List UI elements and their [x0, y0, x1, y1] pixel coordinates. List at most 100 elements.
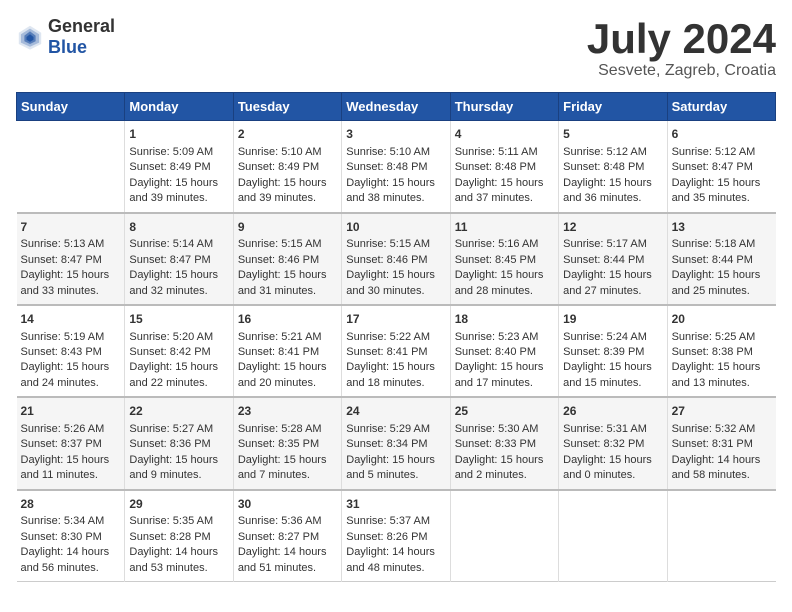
day-number: 26 [563, 403, 662, 420]
cell-info: Sunrise: 5:18 AM [672, 237, 772, 252]
cell-info: Sunrise: 5:21 AM [238, 330, 337, 345]
header-thursday: Thursday [450, 93, 558, 121]
cell-info: Sunset: 8:26 PM [346, 530, 445, 545]
cell-info: Sunset: 8:44 PM [563, 253, 662, 268]
calendar-cell: 20Sunrise: 5:25 AMSunset: 8:38 PMDayligh… [667, 305, 775, 397]
calendar-cell: 31Sunrise: 5:37 AMSunset: 8:26 PMDayligh… [342, 490, 450, 582]
cell-info: Sunrise: 5:28 AM [238, 422, 337, 437]
logo-general: General [48, 16, 115, 36]
cell-info: Sunset: 8:48 PM [346, 160, 445, 175]
cell-info: Daylight: 14 hours and 56 minutes. [21, 545, 121, 576]
cell-info: Sunset: 8:33 PM [455, 437, 554, 452]
calendar-cell: 7Sunrise: 5:13 AMSunset: 8:47 PMDaylight… [17, 213, 125, 305]
day-number: 1 [129, 126, 228, 143]
cell-info: Daylight: 15 hours and 22 minutes. [129, 360, 228, 391]
cell-info: Sunset: 8:42 PM [129, 345, 228, 360]
calendar-header-row: SundayMondayTuesdayWednesdayThursdayFrid… [17, 93, 776, 121]
day-number: 24 [346, 403, 445, 420]
calendar-cell: 19Sunrise: 5:24 AMSunset: 8:39 PMDayligh… [559, 305, 667, 397]
calendar-cell: 14 Sunrise: 5:19 AMSunset: 8:43 PMDayligh… [17, 305, 125, 397]
cell-info: Sunrise: 5:10 AM [346, 145, 445, 160]
cell-info: Sunset: 8:46 PM [238, 253, 337, 268]
calendar-week-row: 14Sunrise: 5:19 AMSunset: 8:43 PMDayligh… [17, 305, 776, 397]
day-number: 21 [21, 403, 121, 420]
cell-info: Sunset: 8:43 PM [21, 345, 121, 360]
cell-info: Sunrise: 5:13 AM [21, 237, 121, 252]
cell-info: Daylight: 15 hours and 11 minutes. [21, 453, 121, 484]
calendar-cell: 3Sunrise: 5:10 AMSunset: 8:48 PMDaylight… [342, 121, 450, 213]
cell-info: Sunset: 8:32 PM [563, 437, 662, 452]
cell-info: Daylight: 14 hours and 48 minutes. [346, 545, 445, 576]
cell-info: Sunrise: 5:10 AM [238, 145, 337, 160]
cell-info: Sunrise: 5:20 AM [129, 330, 228, 345]
page-subtitle: Sesvete, Zagreb, Croatia [587, 62, 776, 80]
day-number: 14 [21, 311, 121, 328]
page-header: General Blue July 2024 Sesvete, Zagreb, … [16, 16, 776, 80]
cell-info: Sunrise: 5:23 AM [455, 330, 554, 345]
day-number: 7 [21, 219, 121, 236]
cell-info: Daylight: 15 hours and 17 minutes. [455, 360, 554, 391]
cell-info: Sunset: 8:49 PM [238, 160, 337, 175]
cell-info: Daylight: 15 hours and 7 minutes. [238, 453, 337, 484]
cell-info: Sunset: 8:48 PM [563, 160, 662, 175]
cell-info: Sunrise: 5:09 AM [129, 145, 228, 160]
cell-info: Daylight: 15 hours and 35 minutes. [672, 176, 772, 207]
cell-info: Daylight: 14 hours and 58 minutes. [672, 453, 772, 484]
calendar-cell [17, 121, 125, 213]
cell-info: Daylight: 15 hours and 32 minutes. [129, 268, 228, 299]
cell-info: Sunrise: 5:35 AM [129, 514, 228, 529]
cell-info: Sunrise: 5:27 AM [129, 422, 228, 437]
cell-info: Sunset: 8:47 PM [672, 160, 772, 175]
day-number: 6 [672, 126, 772, 143]
title-block: July 2024 Sesvete, Zagreb, Croatia [587, 16, 776, 80]
calendar-table: SundayMondayTuesdayWednesdayThursdayFrid… [16, 92, 776, 582]
day-number: 29 [129, 496, 228, 513]
cell-info: Sunset: 8:46 PM [346, 253, 445, 268]
day-number: 27 [672, 403, 772, 420]
cell-info: Sunrise: 5:15 AM [346, 237, 445, 252]
cell-info: Daylight: 15 hours and 37 minutes. [455, 176, 554, 207]
cell-info: Sunrise: 5:19 AM [21, 330, 121, 345]
logo-blue: Blue [48, 37, 87, 57]
cell-info: Daylight: 15 hours and 5 minutes. [346, 453, 445, 484]
cell-info: Sunrise: 5:22 AM [346, 330, 445, 345]
day-number: 8 [129, 219, 228, 236]
day-number: 13 [672, 219, 772, 236]
day-number: 30 [238, 496, 337, 513]
cell-info: Daylight: 15 hours and 38 minutes. [346, 176, 445, 207]
logo-text: General Blue [48, 16, 115, 58]
cell-info: Sunset: 8:47 PM [129, 253, 228, 268]
calendar-cell: 6 Sunrise: 5:12 AMSunset: 8:47 PMDaylight… [667, 121, 775, 213]
logo: General Blue [16, 16, 115, 58]
header-tuesday: Tuesday [233, 93, 341, 121]
calendar-week-row: 28Sunrise: 5:34 AMSunset: 8:30 PMDayligh… [17, 490, 776, 582]
day-number: 22 [129, 403, 228, 420]
day-number: 25 [455, 403, 554, 420]
cell-info: Daylight: 15 hours and 15 minutes. [563, 360, 662, 391]
calendar-cell: 1Sunrise: 5:09 AMSunset: 8:49 PMDaylight… [125, 121, 233, 213]
cell-info: Sunset: 8:38 PM [672, 345, 772, 360]
cell-info: Sunrise: 5:12 AM [672, 145, 772, 160]
calendar-cell: 2Sunrise: 5:10 AMSunset: 8:49 PMDaylight… [233, 121, 341, 213]
cell-info: Sunset: 8:40 PM [455, 345, 554, 360]
day-number: 31 [346, 496, 445, 513]
cell-info: Sunset: 8:36 PM [129, 437, 228, 452]
calendar-cell: 30Sunrise: 5:36 AMSunset: 8:27 PMDayligh… [233, 490, 341, 582]
calendar-cell: 22Sunrise: 5:27 AMSunset: 8:36 PMDayligh… [125, 397, 233, 489]
cell-info: Sunrise: 5:16 AM [455, 237, 554, 252]
cell-info: Sunset: 8:31 PM [672, 437, 772, 452]
calendar-cell: 8Sunrise: 5:14 AMSunset: 8:47 PMDaylight… [125, 213, 233, 305]
cell-info: Sunset: 8:48 PM [455, 160, 554, 175]
cell-info: Daylight: 15 hours and 30 minutes. [346, 268, 445, 299]
cell-info: Daylight: 15 hours and 24 minutes. [21, 360, 121, 391]
calendar-cell [667, 490, 775, 582]
cell-info: Sunrise: 5:12 AM [563, 145, 662, 160]
calendar-cell: 27Sunrise: 5:32 AMSunset: 8:31 PMDayligh… [667, 397, 775, 489]
cell-info: Sunset: 8:39 PM [563, 345, 662, 360]
cell-info: Daylight: 14 hours and 53 minutes. [129, 545, 228, 576]
calendar-week-row: 21Sunrise: 5:26 AMSunset: 8:37 PMDayligh… [17, 397, 776, 489]
cell-info: Daylight: 15 hours and 33 minutes. [21, 268, 121, 299]
cell-info: Daylight: 15 hours and 39 minutes. [238, 176, 337, 207]
cell-info: Sunset: 8:34 PM [346, 437, 445, 452]
calendar-cell: 4Sunrise: 5:11 AMSunset: 8:48 PMDaylight… [450, 121, 558, 213]
